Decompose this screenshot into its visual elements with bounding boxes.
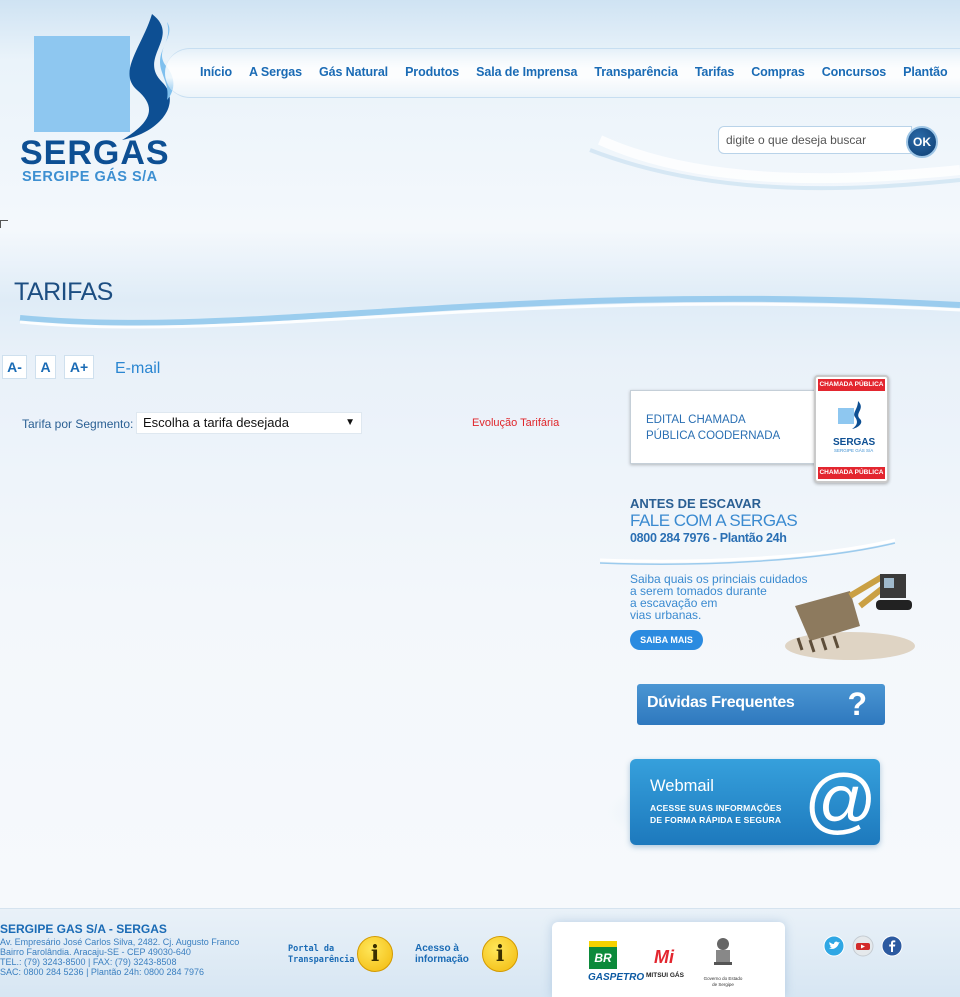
font-decrease-button[interactable]: A- — [2, 355, 27, 379]
logo-subtitle: SERGIPE GÁS S/A — [22, 169, 158, 185]
search-button[interactable]: OK — [906, 126, 938, 158]
acesso-line-2: informação — [415, 954, 469, 965]
nav-item-plantao[interactable]: Plantão — [903, 65, 948, 79]
edital-line-2: PÚBLICA COODERNADA — [646, 430, 781, 442]
portal-transparencia-link[interactable]: Portal da Transparência — [288, 944, 355, 966]
footer-address-line: SAC: 0800 284 5236 | Plantão 24h: 0800 2… — [0, 967, 205, 977]
footer-address-line: Bairro Farolândia. Aracaju-SE - CEP 4903… — [0, 947, 191, 957]
tarifa-select-value: Escolha a tarifa desejada — [143, 415, 289, 430]
edital-line-1: EDITAL CHAMADA — [646, 414, 746, 426]
nav-item-a-sergas[interactable]: A Sergas — [249, 65, 302, 79]
evolucao-tarifaria-link[interactable]: Evolução Tarifária — [472, 417, 559, 429]
font-normal-button[interactable]: A — [35, 355, 56, 379]
acesso-informacao-link[interactable]: Acesso à informação — [415, 943, 469, 965]
badge-name: SERGAS — [833, 437, 876, 448]
escavar-swoosh — [600, 538, 896, 565]
info-icon[interactable]: i — [357, 936, 393, 972]
email-link[interactable]: E-mail — [115, 360, 160, 378]
webmail-sub-line-2: DE FORMA RÁPIDA E SEGURA — [650, 815, 782, 825]
info-icon[interactable]: i — [482, 936, 518, 972]
twitter-icon[interactable] — [823, 935, 845, 957]
petrobras-br-logo: BR — [589, 947, 617, 969]
corner-mark — [0, 220, 8, 228]
tarifa-segment-label: Tarifa por Segmento: — [22, 417, 134, 431]
footer-address-line: Av. Empresário José Carlos Silva, 2482. … — [0, 937, 240, 947]
portal-line-2: Transparência — [288, 955, 355, 965]
nav-item-concursos[interactable]: Concursos — [822, 65, 886, 79]
nav-item-transparencia[interactable]: Transparência — [594, 65, 678, 79]
saiba-mais-button[interactable]: SAIBA MAIS — [630, 630, 703, 650]
mitsui-logo: Mi — [654, 947, 674, 967]
dropdown-arrow-icon: ▼ — [345, 417, 355, 428]
nav-item-inicio[interactable]: Início — [200, 65, 232, 79]
search-form: OK — [718, 126, 938, 160]
logo-wordmark: SERGAS — [20, 134, 170, 172]
badge-flame-icon — [852, 401, 862, 429]
duvidas-frequentes-banner[interactable]: Dúvidas Frequentes ? — [637, 684, 885, 725]
partners-box: BR GASPETRO Mi MITSUI GÁS Governo do Est… — [552, 922, 785, 997]
portal-line-1: Portal da — [288, 944, 335, 954]
page-title: TARIFAS — [14, 278, 113, 306]
footer-company-name: SERGIPE GAS S/A - SERGAS — [0, 922, 167, 936]
badge-bottom-bar: CHAMADA PÚBLICA — [818, 467, 885, 479]
edital-chamada-banner[interactable]: EDITAL CHAMADA PÚBLICA COODERNADA CHAMAD… — [630, 375, 890, 485]
at-sign-icon: @ — [804, 761, 878, 841]
nav-item-produtos[interactable]: Produtos — [405, 65, 459, 79]
nav-item-compras[interactable]: Compras — [751, 65, 805, 79]
badge-top-bar: CHAMADA PÚBLICA — [818, 379, 885, 391]
sergas-logo[interactable]: SERGAS SERGIPE GÁS S/A — [20, 12, 180, 187]
duvidas-label: Dúvidas Frequentes — [647, 694, 795, 711]
font-increase-button[interactable]: A+ — [64, 355, 94, 379]
mitsui-label: MITSUI GÁS — [646, 972, 684, 979]
nav-item-tarifas[interactable]: Tarifas — [695, 65, 734, 79]
footer-address-line: TEL.: (79) 3243-8500 | FAX: (79) 3243-85… — [0, 957, 177, 967]
excavator-icon — [785, 574, 915, 660]
facebook-icon[interactable] — [881, 935, 903, 957]
title-swoosh — [19, 295, 960, 329]
youtube-icon[interactable] — [852, 935, 874, 957]
webmail-sub-line-1: ACESSE SUAS INFORMAÇÕES — [650, 803, 782, 813]
badge-subtitle: SERGIPE GÁS S/A — [834, 448, 874, 453]
main-nav: Início A Sergas Gás Natural Produtos Sal… — [200, 65, 948, 79]
webmail-subtitle: ACESSE SUAS INFORMAÇÕES DE FORMA RÁPIDA … — [650, 802, 782, 826]
escavar-heading: ANTES DE ESCAVAR — [630, 496, 761, 511]
nav-item-gas-natural[interactable]: Gás Natural — [319, 65, 388, 79]
governo-label: Governo do Estado de Sergipe — [703, 976, 743, 987]
edital-text: EDITAL CHAMADA PÚBLICA COODERNADA — [646, 412, 780, 444]
acesso-line-1: Acesso à — [415, 943, 459, 954]
footer-address: Av. Empresário José Carlos Silva, 2482. … — [0, 937, 239, 977]
badge-inner: SERGAS SERGIPE GÁS S/A — [818, 393, 885, 463]
gaspetro-label: GASPETRO — [588, 972, 645, 983]
governo-seal-icon — [714, 938, 732, 965]
question-mark-icon: ? — [847, 686, 867, 722]
webmail-title: Webmail — [650, 777, 714, 795]
tarifa-segment-select[interactable]: Escolha a tarifa desejada ▼ — [136, 412, 362, 434]
search-input[interactable] — [718, 126, 912, 154]
escavar-subheading: FALE COM A SERGAS — [630, 511, 798, 530]
nav-item-sala-de-imprensa[interactable]: Sala de Imprensa — [476, 65, 577, 79]
edital-card: EDITAL CHAMADA PÚBLICA COODERNADA — [630, 390, 830, 464]
webmail-banner[interactable]: Webmail ACESSE SUAS INFORMAÇÕES DE FORMA… — [630, 759, 880, 845]
chamada-publica-badge: CHAMADA PÚBLICA SERGAS SERGIPE GÁS S/A C… — [814, 375, 889, 483]
